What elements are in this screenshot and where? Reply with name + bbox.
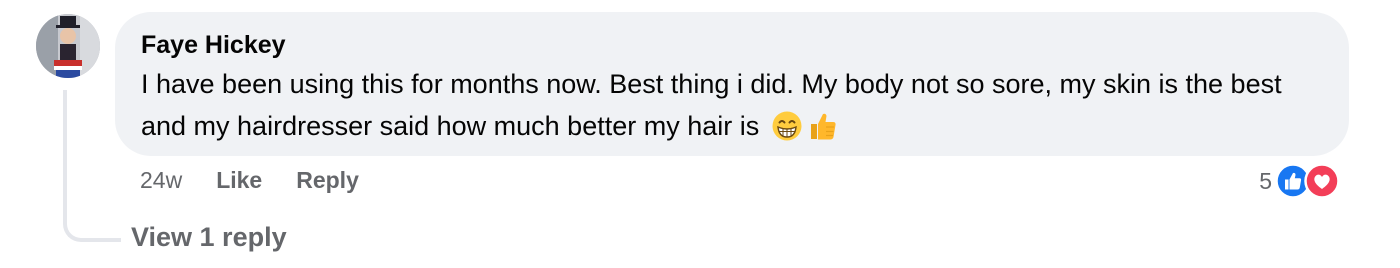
view-replies-link[interactable]: View 1 reply [131,222,287,253]
avatar-image [36,14,100,78]
avatar[interactable] [36,14,100,78]
comment-author[interactable]: Faye Hickey [141,30,286,60]
thumbs-up-icon [810,113,836,140]
comment-timestamp[interactable]: 24w [140,167,182,194]
comment: Faye Hickey I have been using this for m… [0,0,1400,268]
love-reaction-icon [1304,163,1340,199]
comment-actions: 24w Like Reply [140,167,393,194]
reply-button[interactable]: Reply [296,167,359,194]
comment-text-block: I have been using this for months now. B… [141,63,1323,147]
reaction-count: 5 [1259,167,1272,194]
like-button[interactable]: Like [216,167,262,194]
comment-bubble: Faye Hickey I have been using this for m… [115,12,1349,156]
reply-thread-line [63,90,121,242]
comment-text: I have been using this for months now. B… [141,69,1282,141]
reaction-summary[interactable]: 5 [1259,163,1340,199]
grinning-face-icon [772,111,802,141]
